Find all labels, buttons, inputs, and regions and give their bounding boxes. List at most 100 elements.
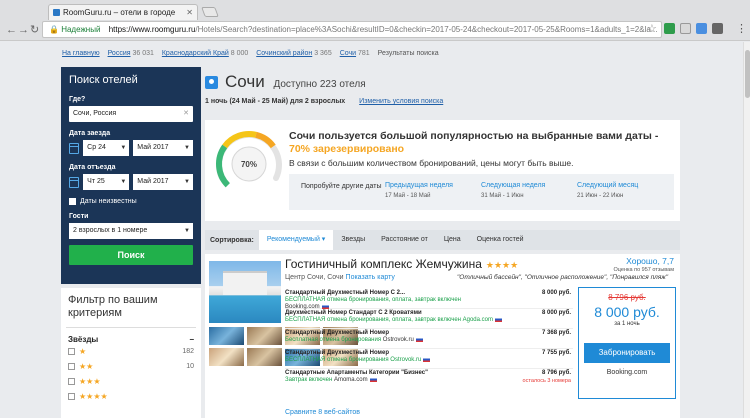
- checkin-label: Дата заезда: [69, 130, 111, 137]
- chevron-down-icon: ▼: [184, 228, 190, 234]
- offer-price: 7 755 руб.: [542, 350, 571, 356]
- extension-icon[interactable]: [664, 23, 675, 34]
- offer-price: 8 796 руб.: [542, 370, 571, 376]
- alt-date-link[interactable]: Предыдущая неделя: [385, 180, 481, 191]
- change-search-link[interactable]: Изменить условия поиска: [359, 98, 443, 105]
- unknown-dates-label: Даты неизвестны: [80, 198, 137, 205]
- hotel-location-text: Центр Сочи, Сочи: [285, 274, 344, 281]
- offer-row[interactable]: Стандартные Апартаменты Категории "Бизне…: [285, 369, 573, 389]
- destination-input[interactable]: Сочи, Россия ✕: [69, 106, 193, 122]
- browser-tab[interactable]: RoomGuru.ru – отели в городе ✕: [48, 4, 198, 20]
- show-map-link[interactable]: Показать карту: [346, 274, 395, 281]
- checkbox-box[interactable]: [68, 393, 75, 400]
- sort-tab-rating[interactable]: Оценка гостей: [469, 230, 532, 250]
- search-title: Поиск отелей: [69, 74, 138, 86]
- offers-list: Стандартный Двухместный Номер С 2... БЕС…: [285, 289, 573, 389]
- bookmark-star-icon[interactable]: ☆: [647, 22, 657, 35]
- per-night-label: за 1 ночь: [614, 321, 640, 327]
- star-filter-row[interactable]: ★★ 10: [61, 359, 201, 374]
- star-filter-row[interactable]: ★ 182: [61, 344, 201, 359]
- calendar-icon[interactable]: [69, 142, 80, 154]
- checkout-month-value: Май 2017: [137, 178, 169, 185]
- address-bar[interactable]: 🔒 Надежный https://www.roomguru.ru/Hotel…: [42, 21, 662, 38]
- hotel-name[interactable]: Гостиничный комплекс Жемчужина ★★★★: [285, 257, 518, 271]
- back-icon[interactable]: ←: [6, 24, 17, 36]
- offer-row[interactable]: Стандартный Двухместный Номер Бесплатная…: [285, 329, 573, 349]
- alt-date-option[interactable]: Следующий месяц 21 Июн - 22 Июн: [577, 180, 673, 204]
- offer-source: Amoma.com: [333, 377, 368, 384]
- extension-icon[interactable]: [680, 23, 691, 34]
- breadcrumb-sochi[interactable]: Сочи: [340, 50, 356, 57]
- reload-icon[interactable]: ↻: [30, 24, 39, 36]
- stars-filter-header[interactable]: Звёзды −: [61, 335, 201, 344]
- scrollbar-thumb[interactable]: [745, 50, 750, 98]
- alt-date-option[interactable]: Следующая неделя 31 Май - 1 Июн: [481, 180, 577, 204]
- hotel-photo[interactable]: [209, 261, 281, 323]
- breadcrumb-russia[interactable]: Россия: [108, 50, 131, 57]
- offer-row[interactable]: Стандартный Двухместный Номер С 2... БЕС…: [285, 289, 573, 310]
- sort-tab-price[interactable]: Цена: [436, 230, 469, 250]
- extension-icon[interactable]: [712, 23, 723, 34]
- breadcrumb-district[interactable]: Сочинский район: [256, 50, 312, 57]
- offer-note: БЕСПЛАТНАЯ отмена бронирования, оплата, …: [285, 317, 493, 324]
- checkbox-box[interactable]: [69, 198, 76, 205]
- star-filter-row[interactable]: ★★★: [61, 374, 201, 389]
- scrollbar[interactable]: [743, 42, 750, 418]
- photo-thumbnail[interactable]: [247, 327, 282, 345]
- breadcrumb-krai[interactable]: Краснодарский Край: [162, 50, 229, 57]
- destination-value: Сочи, Россия: [73, 110, 117, 117]
- sort-tab-stars[interactable]: Звезды: [333, 230, 373, 250]
- guests-select[interactable]: 2 взрослых в 1 номере ▼: [69, 223, 193, 239]
- photo-thumbnail[interactable]: [247, 348, 282, 366]
- star-filter-row[interactable]: ★★★★: [61, 389, 201, 404]
- checkin-month-select[interactable]: Май 2017 ▼: [133, 140, 193, 156]
- forward-icon[interactable]: →: [18, 24, 29, 36]
- extension-icon[interactable]: [696, 23, 707, 34]
- compare-sites-link[interactable]: Сравните 8 веб-сайтов: [285, 409, 360, 416]
- hotel-rating[interactable]: Хорошо, 7,7: [626, 256, 674, 266]
- checkout-month-select[interactable]: Май 2017 ▼: [133, 174, 193, 190]
- rating-reviews: Оценка по 957 отзывам: [613, 267, 674, 273]
- unknown-dates-checkbox[interactable]: Даты неизвестны: [69, 198, 193, 205]
- alt-date-link[interactable]: Следующий месяц: [577, 180, 673, 191]
- photo-thumbnail[interactable]: [209, 348, 244, 366]
- hotel-name-text[interactable]: Гостиничный комплекс Жемчужина: [285, 257, 482, 271]
- chevron-down-icon: ▼: [184, 179, 190, 185]
- book-button[interactable]: Забронировать: [584, 343, 670, 363]
- alt-date-option[interactable]: Предыдущая неделя 17 Май - 18 Май: [385, 180, 481, 204]
- sort-tab-recommended[interactable]: Рекомендуемый ▾: [258, 230, 334, 250]
- divider: [66, 327, 196, 328]
- checkbox-box[interactable]: [68, 363, 75, 370]
- alt-date-link[interactable]: Следующая неделя: [481, 180, 577, 191]
- sort-tab-distance[interactable]: Расстояние от: [373, 230, 436, 250]
- chevron-down-icon: ▼: [120, 145, 127, 151]
- checkin-day-select[interactable]: Ср 24 ▼: [83, 140, 130, 156]
- offer-row[interactable]: Двухместный Номер Стандарт С 2 Кроватями…: [285, 309, 573, 329]
- hotel-stars: ★★★★: [485, 260, 519, 270]
- search-button[interactable]: Поиск: [69, 245, 193, 265]
- breadcrumb-current: Результаты поиска: [377, 50, 439, 57]
- chevron-down-icon: ▼: [120, 179, 127, 185]
- checkbox-box[interactable]: [68, 348, 75, 355]
- old-price: 8 796 руб.: [608, 293, 646, 302]
- where-label: Где?: [69, 96, 86, 103]
- calendar-icon[interactable]: [69, 176, 80, 188]
- checkbox-box[interactable]: [68, 378, 75, 385]
- search-panel: Поиск отелей Где? Сочи, Россия ✕ Дата за…: [61, 67, 201, 284]
- alt-date-range: 21 Июн - 22 Июн: [577, 193, 624, 199]
- close-tab-icon[interactable]: ✕: [186, 5, 193, 20]
- new-tab-button[interactable]: [201, 7, 219, 17]
- photo-thumbnail[interactable]: [209, 327, 244, 345]
- star-icons: ★: [79, 347, 87, 356]
- breadcrumb-home[interactable]: На главную: [62, 50, 100, 57]
- menu-icon[interactable]: ⋮: [736, 22, 747, 35]
- best-price-box: 8 796 руб. 8 000 руб. за 1 ночь Забронир…: [578, 287, 676, 399]
- checkin-month-value: Май 2017: [137, 144, 169, 151]
- breadcrumb-count: 36 031: [132, 50, 154, 57]
- clear-icon[interactable]: ✕: [183, 106, 189, 122]
- favicon-icon: [53, 9, 60, 16]
- star-icons: ★★★: [79, 377, 101, 386]
- checkout-day-select[interactable]: Чт 25 ▼: [83, 174, 130, 190]
- offer-row[interactable]: Стандартный Двухместный Номер БЕСПЛАТНАЯ…: [285, 349, 573, 369]
- collapse-icon[interactable]: −: [189, 335, 194, 344]
